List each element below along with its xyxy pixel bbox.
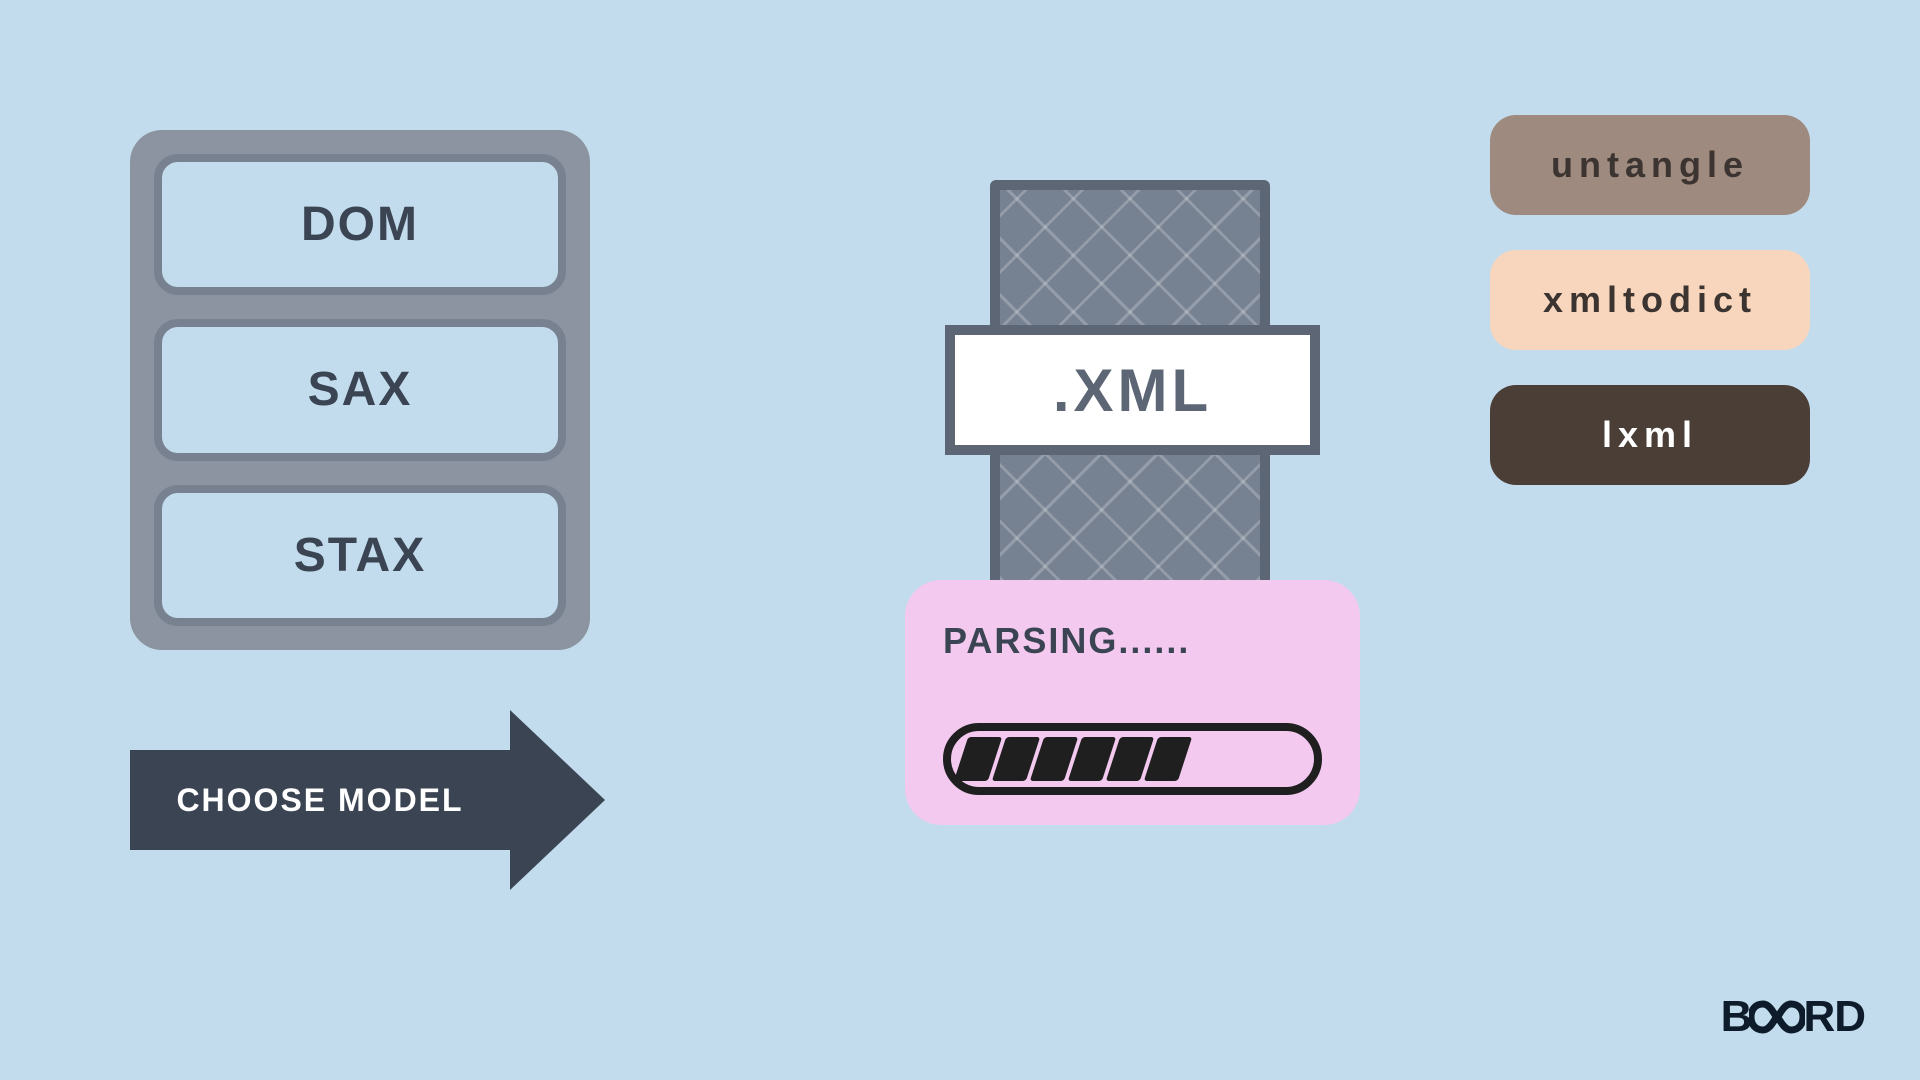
xml-extension-badge: .XML bbox=[945, 325, 1320, 455]
model-item-stax: STAX bbox=[154, 485, 566, 626]
library-pill-untangle: untangle bbox=[1490, 115, 1810, 215]
library-pill-xmltodict: xmltodict bbox=[1490, 250, 1810, 350]
arrow-label: CHOOSE MODEL bbox=[176, 782, 463, 819]
choose-model-arrow: CHOOSE MODEL bbox=[130, 710, 605, 890]
arrow-head-icon bbox=[510, 710, 605, 890]
model-label: SAX bbox=[308, 362, 413, 417]
xml-extension-text: .XML bbox=[1053, 356, 1212, 425]
model-item-sax: SAX bbox=[154, 319, 566, 460]
arrow-body: CHOOSE MODEL bbox=[130, 750, 510, 850]
library-label: untangle bbox=[1551, 144, 1749, 186]
infinity-icon bbox=[1749, 1000, 1805, 1034]
library-pill-lxml: lxml bbox=[1490, 385, 1810, 485]
board-logo: B RD bbox=[1721, 992, 1865, 1042]
model-panel: DOM SAX STAX bbox=[130, 130, 590, 650]
parsing-panel: PARSING...... bbox=[905, 580, 1360, 825]
parsing-label: PARSING...... bbox=[943, 620, 1322, 662]
logo-text-pre: B bbox=[1721, 992, 1752, 1042]
logo-text-post: RD bbox=[1803, 992, 1865, 1042]
library-label: xmltodict bbox=[1543, 279, 1757, 321]
model-label: DOM bbox=[301, 197, 419, 252]
model-item-dom: DOM bbox=[154, 154, 566, 295]
library-label: lxml bbox=[1602, 414, 1698, 456]
model-label: STAX bbox=[294, 528, 426, 583]
progress-bar bbox=[943, 723, 1322, 795]
